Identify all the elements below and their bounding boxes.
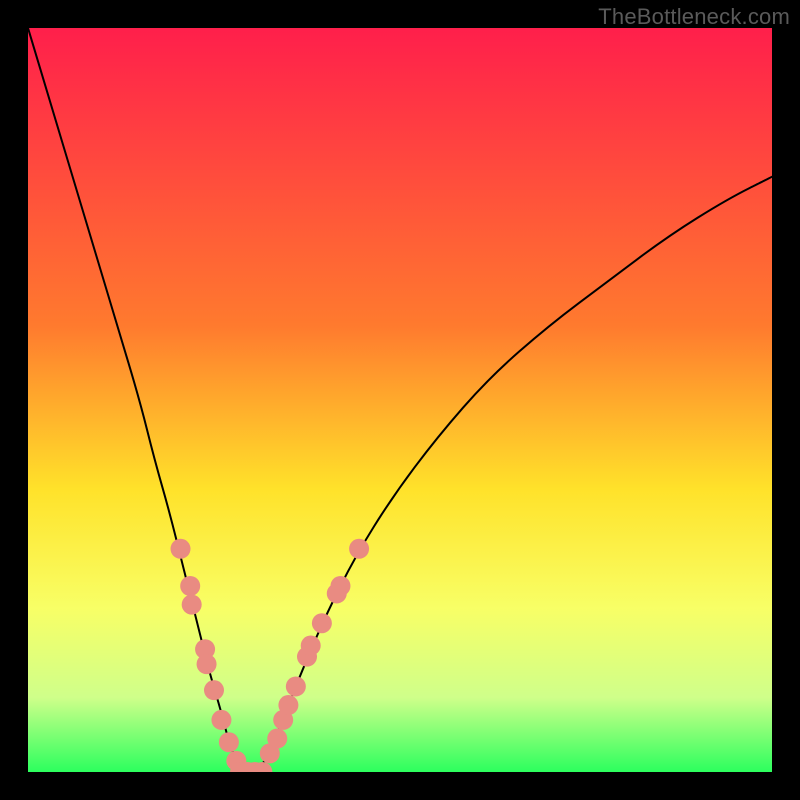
marker-dot bbox=[349, 539, 369, 559]
marker-dot bbox=[312, 613, 332, 633]
marker-dot bbox=[171, 539, 191, 559]
marker-dot bbox=[330, 576, 350, 596]
chart-frame: TheBottleneck.com bbox=[0, 0, 800, 800]
marker-dot bbox=[278, 695, 298, 715]
marker-dot bbox=[204, 680, 224, 700]
marker-dot bbox=[267, 729, 287, 749]
marker-dot bbox=[180, 576, 200, 596]
marker-dot bbox=[182, 595, 202, 615]
watermark-text: TheBottleneck.com bbox=[598, 4, 790, 30]
marker-dot bbox=[301, 636, 321, 656]
marker-dot bbox=[197, 654, 217, 674]
marker-dot bbox=[219, 732, 239, 752]
marker-dot bbox=[211, 710, 231, 730]
chart-svg bbox=[28, 28, 772, 772]
chart-plot-area bbox=[28, 28, 772, 772]
marker-dot bbox=[286, 676, 306, 696]
